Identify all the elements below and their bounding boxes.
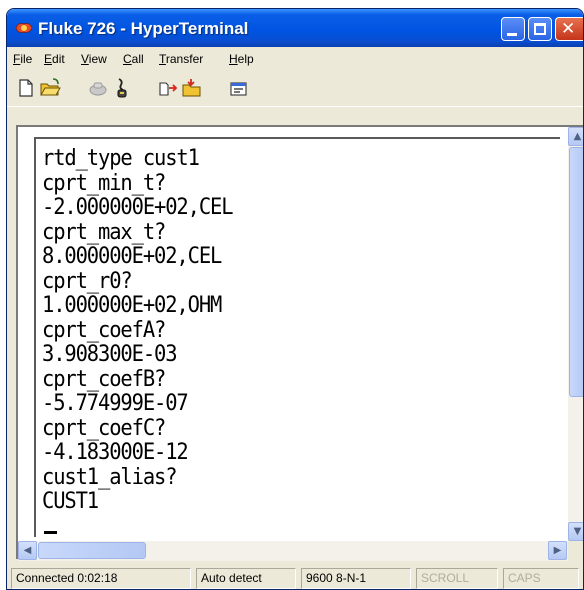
receive-icon[interactable] [181, 77, 203, 99]
chevron-left-icon: ◀ [23, 545, 32, 556]
scroll-up-button[interactable]: ▲ [568, 127, 583, 146]
menu-call[interactable]: Call [123, 52, 144, 66]
scrollbar-corner [568, 541, 583, 561]
toolbar [7, 70, 583, 107]
hyperterminal-app-icon [15, 23, 33, 33]
terminal-lines: rtd_type cust1 cprt_min_t? -2.000000E+02… [42, 146, 247, 515]
minimize-icon [507, 33, 517, 36]
status-scroll: SCROLL [416, 568, 498, 589]
scroll-right-button[interactable]: ▶ [548, 541, 567, 560]
vertical-scroll-thumb[interactable] [569, 147, 583, 397]
status-detect: Auto detect [196, 568, 296, 589]
close-icon: ✕ [561, 19, 576, 39]
new-connection-icon[interactable] [15, 77, 37, 99]
hyperterminal-window: Fluke 726 - HyperTerminal ✕ File Edit Vi… [6, 8, 584, 590]
horizontal-scroll-thumb[interactable] [38, 542, 146, 559]
menu-bar: File Edit View Call Transfer Help [7, 47, 583, 70]
title-bar[interactable]: Fluke 726 - HyperTerminal ✕ [7, 9, 583, 47]
properties-icon[interactable] [227, 77, 249, 99]
menu-file[interactable]: File [13, 52, 32, 66]
menu-help[interactable]: Help [229, 52, 254, 66]
text-cursor [44, 531, 57, 534]
terminal-line: cust1_alias? [42, 464, 178, 490]
menu-transfer[interactable]: Transfer [159, 52, 203, 66]
status-settings: 9600 8-N-1 [301, 568, 411, 589]
terminal-line: cprt_max_t? [42, 219, 166, 245]
terminal-line: cprt_r0? [42, 268, 133, 294]
connect-icon[interactable] [87, 77, 109, 99]
menu-edit[interactable]: Edit [44, 52, 65, 66]
terminal-line: 8.000000E+02,CEL [42, 244, 222, 269]
terminal-output[interactable]: rtd_type cust1 cprt_min_t? -2.000000E+02… [34, 137, 560, 537]
horizontal-scrollbar[interactable]: ◀ ▶ [18, 541, 568, 561]
maximize-icon [534, 23, 546, 35]
status-caps: CAPS [503, 568, 579, 589]
chevron-up-icon: ▲ [573, 131, 582, 142]
maximize-button[interactable] [528, 17, 552, 41]
open-icon[interactable] [39, 77, 61, 99]
vertical-scrollbar[interactable]: ▲ ▼ [568, 127, 583, 541]
chevron-down-icon: ▼ [573, 526, 582, 537]
terminal-frame: rtd_type cust1 cprt_min_t? -2.000000E+02… [16, 125, 583, 561]
terminal-line: cprt_coefA? [42, 317, 166, 343]
status-connected: Connected 0:02:18 [11, 568, 191, 589]
terminal-line: rtd_type cust1 [42, 146, 200, 171]
menu-view[interactable]: View [81, 52, 107, 66]
terminal-line: cprt_coefC? [42, 415, 166, 441]
scroll-down-button[interactable]: ▼ [568, 522, 583, 541]
window-title: Fluke 726 - HyperTerminal [38, 19, 249, 38]
minimize-button[interactable] [501, 17, 525, 41]
terminal-line: -2.000000E+02,CEL [42, 195, 234, 220]
close-button[interactable]: ✕ [555, 17, 583, 41]
terminal-line: 3.908300E-03 [42, 342, 178, 367]
terminal-line: -4.183000E-12 [42, 440, 189, 465]
scroll-left-button[interactable]: ◀ [18, 541, 37, 560]
send-icon[interactable] [157, 77, 179, 99]
chevron-right-icon: ▶ [553, 545, 562, 556]
terminal-line: CUST1 [42, 489, 99, 514]
disconnect-icon[interactable] [111, 77, 133, 99]
status-bar: Connected 0:02:18 Auto detect 9600 8-N-1… [7, 565, 583, 589]
terminal-line: 1.000000E+02,OHM [42, 293, 222, 318]
terminal-line: cprt_coefB? [42, 366, 166, 392]
terminal-line: cprt_min_t? [42, 170, 166, 196]
terminal-line: -5.774999E-07 [42, 391, 189, 416]
